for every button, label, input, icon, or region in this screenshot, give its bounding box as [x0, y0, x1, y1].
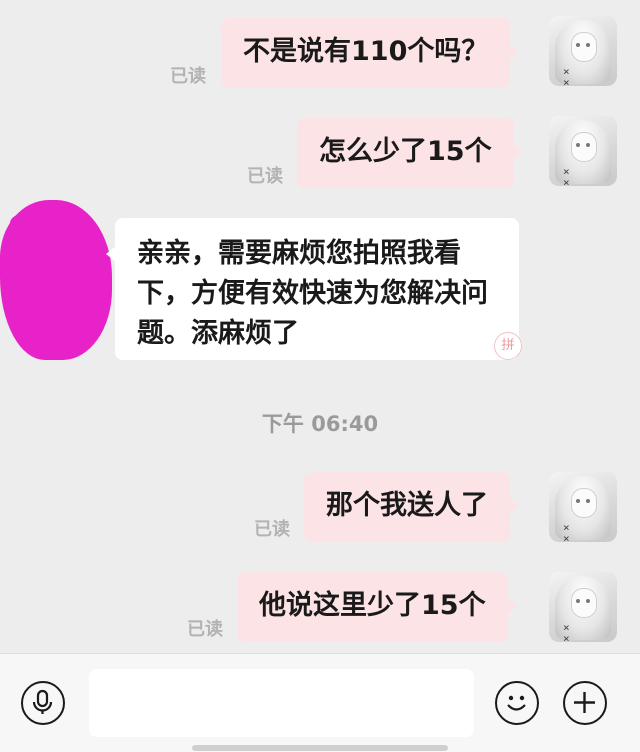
merchant-stamp-icon: 拼	[494, 332, 522, 360]
microphone-icon	[32, 689, 53, 714]
chat-message-list[interactable]: 已读 不是说有110个吗？ × × 已读 怎么少了15个 × × 亲亲，需要麻烦您拍…	[0, 0, 640, 653]
avatar-lacing: × ×	[563, 621, 570, 642]
smiley-icon	[507, 695, 526, 711]
read-receipt: 已读	[247, 166, 283, 187]
chat-timestamp: 下午 06:40	[261, 412, 379, 436]
avatar-lacing: × ×	[563, 521, 570, 542]
message-input[interactable]	[89, 669, 474, 737]
user-avatar[interactable]: × ×	[549, 116, 617, 186]
avatar-eye	[576, 43, 580, 47]
avatar-eye	[586, 599, 590, 603]
message-text: 不是说有110个吗？	[243, 36, 489, 67]
avatar-eye	[576, 143, 580, 147]
read-receipt: 已读	[187, 619, 223, 640]
redacted-avatar	[0, 200, 112, 360]
emoji-button[interactable]	[495, 681, 539, 725]
user-avatar[interactable]: × ×	[549, 572, 617, 642]
read-receipt: 已读	[170, 66, 206, 87]
message-text: 那个我送人了	[326, 490, 488, 521]
plus-icon	[574, 692, 595, 713]
home-indicator[interactable]	[192, 745, 448, 751]
avatar-eye	[586, 43, 590, 47]
user-avatar[interactable]: × ×	[549, 472, 617, 542]
message-bubble[interactable]: 他说这里少了15个	[237, 572, 517, 642]
avatar-lacing: × ×	[563, 165, 570, 186]
avatar-lacing: × ×	[563, 65, 570, 86]
avatar-eye	[576, 599, 580, 603]
avatar-face	[571, 588, 597, 618]
message-bubble[interactable]: 那个我送人了	[304, 472, 519, 542]
user-avatar[interactable]: × ×	[549, 16, 617, 86]
avatar-eye	[576, 499, 580, 503]
message-bubble[interactable]: 怎么少了15个	[297, 118, 523, 188]
avatar-face	[571, 132, 597, 162]
message-bubble[interactable]: 不是说有110个吗？	[221, 18, 520, 88]
message-text: 亲亲，需要麻烦您拍照我看下，方便有效快速为您解决问题。添麻烦了	[137, 238, 488, 349]
message-text: 怎么少了15个	[319, 136, 492, 167]
avatar-eye	[586, 143, 590, 147]
more-button[interactable]	[563, 681, 607, 725]
voice-button[interactable]	[21, 681, 65, 725]
avatar-face	[571, 32, 597, 62]
avatar-eye	[586, 499, 590, 503]
message-bubble[interactable]: 亲亲，需要麻烦您拍照我看下，方便有效快速为您解决问题。添麻烦了	[106, 218, 519, 360]
read-receipt: 已读	[254, 519, 290, 540]
message-text: 他说这里少了15个	[259, 590, 486, 621]
input-bar	[0, 653, 640, 752]
avatar-face	[571, 488, 597, 518]
